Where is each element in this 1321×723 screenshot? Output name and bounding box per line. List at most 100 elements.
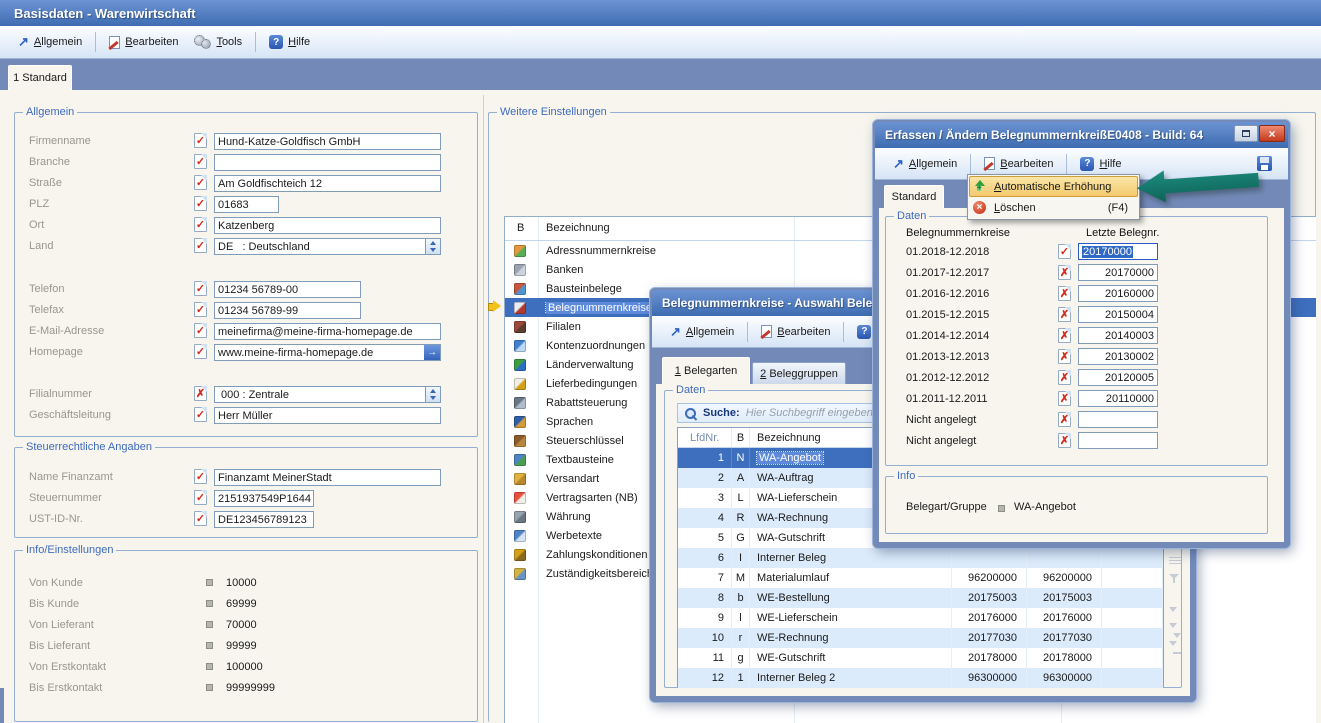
letzte-belegnr-input[interactable]: 20110000 [1078,390,1158,407]
letzte-belegnr-input[interactable]: 20150004 [1078,306,1158,323]
help-icon [1080,157,1094,171]
close-button[interactable] [1259,125,1285,142]
tab-beleggruppen[interactable]: 2 Beleggruppen [752,362,846,384]
bearbeiten-menu[interactable]: Bearbeiten [753,321,838,342]
homepage-input[interactable]: www.meine-firma-homepage.de [214,344,441,361]
confirmed-flag-icon[interactable] [194,490,207,505]
info-label: Von Erstkontakt [29,661,106,673]
letzte-belegnr-input[interactable] [1078,411,1158,428]
scroll-down-icon[interactable] [1169,607,1177,612]
beleg-table-row[interactable]: 8 b WE-Bestellung 20175003 20175003 [678,588,1163,608]
open-homepage-button[interactable] [424,345,440,360]
land-select[interactable]: DE : Deutschland [214,238,441,255]
confirmed-flag-icon[interactable] [194,407,207,422]
menu-item-loeschen[interactable]: Löschen (F4) [969,197,1138,218]
hilfe-menu[interactable]: Hilfe [261,31,318,53]
active-flag-icon[interactable] [1058,370,1071,385]
spinner-buttons[interactable] [425,239,440,254]
account-mapping-icon [514,340,526,352]
beleg-table-row[interactable]: 11 g WE-Gutschrift 20178000 20178000 [678,648,1163,668]
annotation-arrow [1133,160,1264,217]
active-flag-icon[interactable] [1058,433,1071,448]
finanzamt-input[interactable]: Finanzamt MeinerStadt [214,469,441,486]
hilfe-menu[interactable]: Hilfe [1072,153,1129,175]
active-flag-icon[interactable] [1058,412,1071,427]
firmenname-input[interactable]: Hund-Katze-Goldfisch GmbH [214,133,441,150]
spinner-buttons[interactable] [425,387,440,402]
info-label: Von Lieferant [29,619,94,631]
confirmed-flag-icon[interactable] [194,469,207,484]
main-titlebar[interactable]: Basisdaten - Warenwirtschaft [0,0,1321,26]
scroll-page-down-icon[interactable] [1169,623,1177,628]
active-flag-icon[interactable] [1058,391,1071,406]
beleg-table-row[interactable]: 9 l WE-Lieferschein 20176000 20176000 [678,608,1163,628]
text-blocks-icon [514,454,526,466]
bullet-icon [206,621,213,628]
tab-belegarten[interactable]: 1 Belegarten [662,357,750,384]
ort-input[interactable]: Katzenberg [214,217,441,234]
tab-standard[interactable]: Standard [884,185,944,208]
languages-icon [514,416,526,428]
active-flag-icon[interactable] [1058,286,1071,301]
allgemein-menu[interactable]: Allgemein [885,154,965,174]
grid-lines-icon[interactable] [1169,557,1181,564]
bearbeiten-menu[interactable]: Bearbeiten [101,32,186,53]
bearbeiten-context-menu: Automatische Erhöhung Löschen (F4) [967,174,1140,220]
confirmed-flag-icon[interactable] [194,323,207,338]
info-value: 99999 [226,640,257,652]
allgemein-menu[interactable]: Allgemein [662,322,742,342]
tab-standard[interactable]: 1 Standard [8,65,72,90]
tools-menu[interactable]: Tools [186,31,250,53]
edit-dialog-titlebar[interactable]: Erfassen / Ändern BelegnummernkreißE0408… [875,122,1288,148]
letzte-belegnr-input[interactable]: 20140003 [1078,327,1158,344]
column-header-b[interactable]: B [732,428,750,447]
menu-item-automatische-erhoehung[interactable]: Automatische Erhöhung [969,176,1138,197]
active-flag-icon[interactable] [1058,307,1071,322]
beleg-table-row[interactable]: 7 M Materialumlauf 96200000 96200000 [678,568,1163,588]
column-header-bezeichnung[interactable]: Bezeichnung [546,222,610,234]
ustid-input[interactable]: DE123456789123 [214,511,314,528]
column-header-lfdnr[interactable]: LfdNr. [678,428,732,447]
geschaeftsleitung-input[interactable]: Herr Müller [214,407,441,424]
strasse-input[interactable]: Am Goldfischteich 12 [214,175,441,192]
beleg-table-row[interactable]: 10 r WE-Rechnung 20177030 20177030 [678,628,1163,648]
branche-input[interactable] [214,154,441,171]
scroll-end-icon[interactable] [1169,641,1177,646]
confirmed-flag-icon[interactable] [194,281,207,296]
active-flag-icon[interactable] [1058,349,1071,364]
telefax-input[interactable]: 01234 56789-99 [214,302,361,319]
active-flag-icon[interactable] [1058,244,1071,259]
restore-button[interactable] [1234,125,1258,142]
letzte-belegnr-input[interactable]: 20170000 [1078,243,1158,260]
confirmed-flag-icon[interactable] [194,175,207,190]
letzte-belegnr-input[interactable]: 20130002 [1078,348,1158,365]
info-value: 99999999 [226,682,275,694]
range-label: 01.2012-12.2012 [906,372,989,384]
unconfirmed-flag-icon[interactable] [194,386,207,401]
letzte-belegnr-input[interactable]: 20120005 [1078,369,1158,386]
letzte-belegnr-input[interactable]: 20160000 [1078,285,1158,302]
confirmed-flag-icon[interactable] [194,196,207,211]
letzte-belegnr-input[interactable] [1078,432,1158,449]
allgemein-menu[interactable]: Allgemein [10,32,90,52]
confirmed-flag-icon[interactable] [194,511,207,526]
filialnummer-select[interactable]: 000 : Zentrale [214,386,441,403]
confirmed-flag-icon[interactable] [194,238,207,253]
confirmed-flag-icon[interactable] [194,344,207,359]
confirmed-flag-icon[interactable] [194,133,207,148]
telefon-input[interactable]: 01234 56789-00 [214,281,361,298]
number-range-row: 01.2011-12.2011 20110000 [886,390,1267,411]
confirmed-flag-icon[interactable] [194,217,207,232]
steuernummer-input[interactable]: 2151937549P1644 [214,490,314,507]
bearbeiten-menu[interactable]: Bearbeiten [976,153,1061,174]
letzte-belegnr-input[interactable]: 20170000 [1078,264,1158,281]
plz-input[interactable]: 01683 [214,196,279,213]
active-flag-icon[interactable] [1058,265,1071,280]
confirmed-flag-icon[interactable] [194,154,207,169]
column-header-icon[interactable]: B [517,222,524,234]
beleg-table-row[interactable]: 6 I Interner Beleg [678,548,1163,568]
confirmed-flag-icon[interactable] [194,302,207,317]
email-input[interactable]: meinefirma@meine-firma-homepage.de [214,323,441,340]
active-flag-icon[interactable] [1058,328,1071,343]
beleg-table-row[interactable]: 12 1 Interner Beleg 2 96300000 96300000 [678,668,1163,688]
